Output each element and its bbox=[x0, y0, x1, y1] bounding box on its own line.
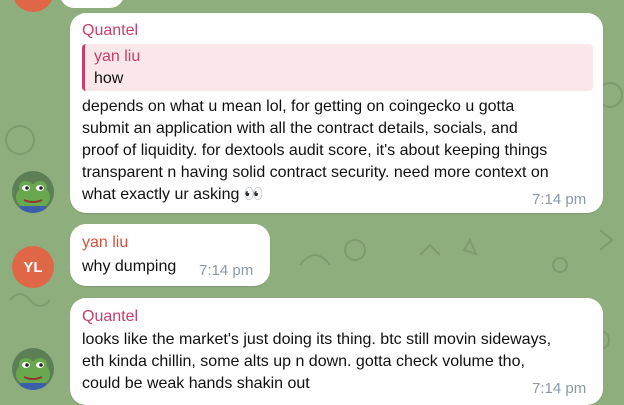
user-initials-avatar[interactable]: YL bbox=[12, 246, 54, 288]
sender-name[interactable]: Quantel bbox=[82, 308, 138, 326]
message-line: looks like the market's just doing its t… bbox=[82, 331, 552, 348]
pepe-frog-avatar-icon[interactable] bbox=[12, 171, 54, 213]
sender-name[interactable]: Quantel bbox=[82, 22, 138, 40]
message-time: 7:14 pm bbox=[199, 262, 254, 279]
message-line: transparent n having solid contract secu… bbox=[82, 164, 549, 181]
message-line: eth kinda chillin, some alts up n down. … bbox=[82, 353, 525, 370]
message-line: submit an application with all the contr… bbox=[82, 120, 518, 137]
reply-quote[interactable] bbox=[82, 44, 593, 91]
message-line: why dumping bbox=[82, 258, 177, 275]
message-line: could be weak hands shakin out bbox=[82, 375, 310, 392]
message-line: what exactly ur asking 👀 bbox=[82, 186, 264, 203]
message-time: 7:14 pm bbox=[532, 380, 587, 397]
sender-name[interactable]: yan liu bbox=[82, 234, 128, 252]
reply-text: how bbox=[94, 70, 124, 87]
previous-message-bubble bbox=[60, 0, 124, 8]
reply-author: yan liu bbox=[94, 48, 141, 65]
message-time: 7:14 pm bbox=[532, 191, 587, 208]
pepe-frog-avatar-icon[interactable] bbox=[12, 348, 54, 390]
message-line: depends on what u mean lol, for getting … bbox=[82, 98, 515, 115]
message-line: proof of liquidity. for dextools audit s… bbox=[82, 142, 548, 159]
